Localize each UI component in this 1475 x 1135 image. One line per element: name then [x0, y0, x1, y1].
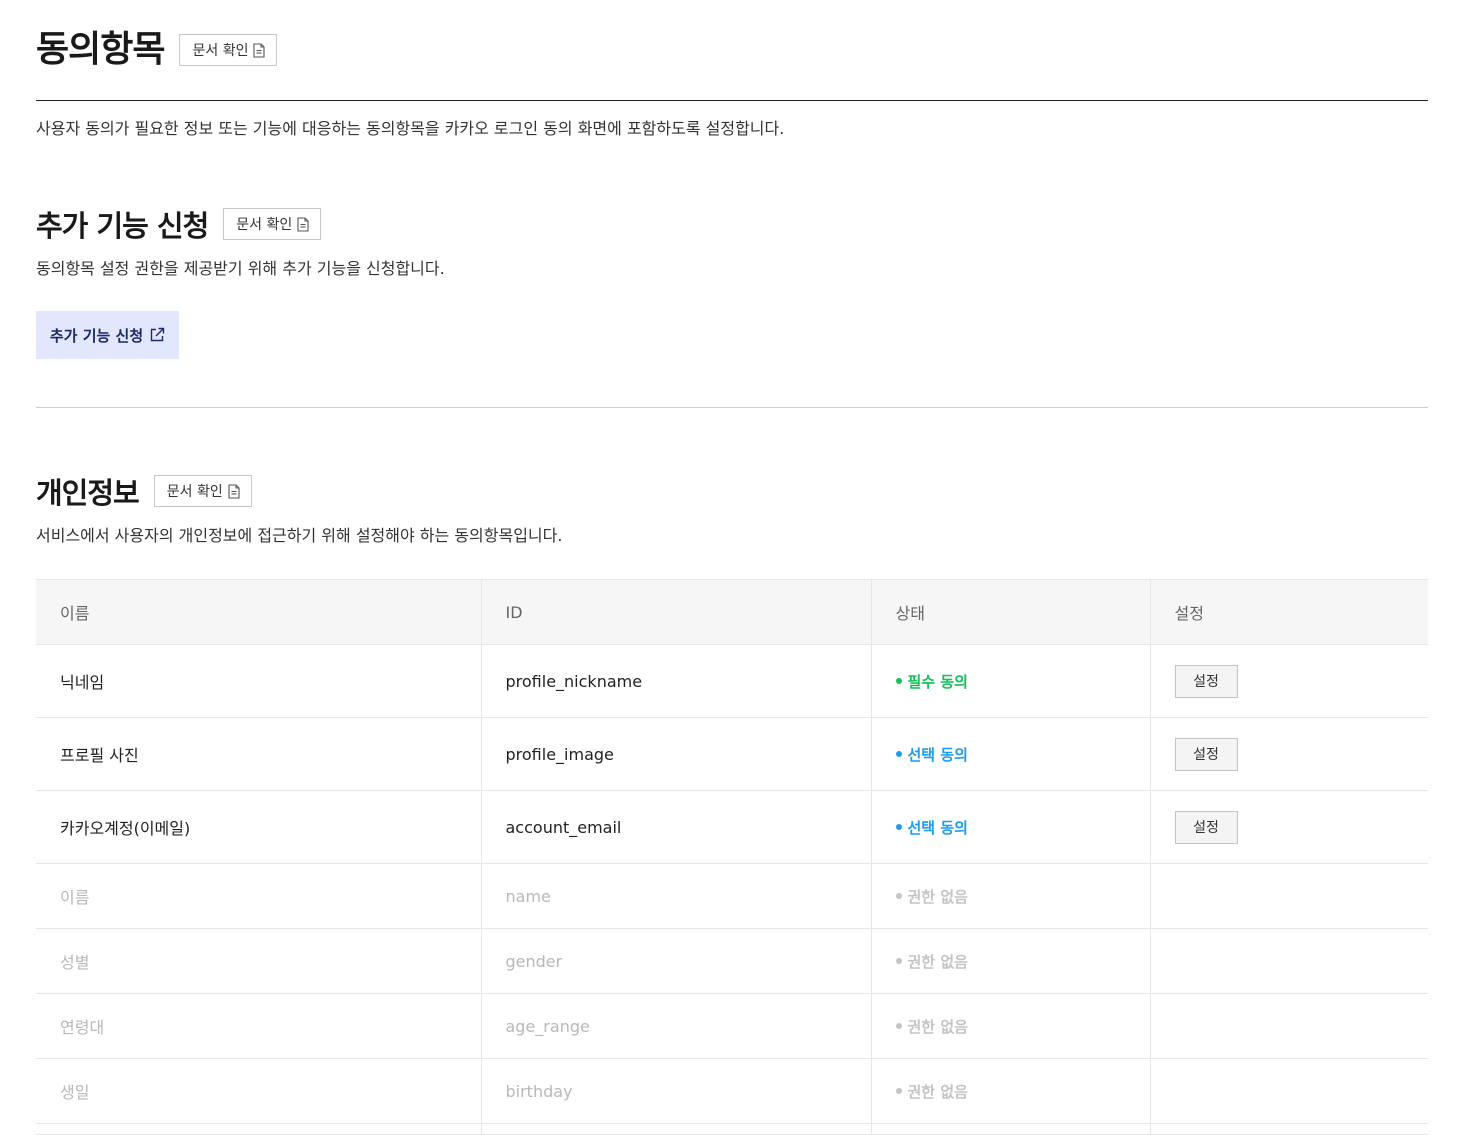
document-icon [253, 42, 266, 58]
additional-feature-title: 추가 기능 신청 [36, 209, 209, 243]
empty-cell [480, 1123, 871, 1135]
item-name: 닉네임 [36, 644, 481, 718]
status-badge: 필수 동의 [895, 671, 1126, 692]
status-dot [895, 1088, 902, 1094]
status-badge: 권한 없음 [895, 951, 1126, 972]
personal-info-title: 개인정보 [36, 476, 140, 510]
table-header-row: 이름 ID 상태 설정 [36, 579, 1428, 645]
page-header: 동의항목 문서 확인 [36, 27, 278, 73]
doc-check-label: 문서 확인 [166, 484, 223, 500]
table-row: 프로필 사진 profile_image 선택 동의 설정 [36, 717, 1428, 791]
status-text: 권한 없음 [907, 952, 968, 971]
item-id: age_range [480, 993, 871, 1059]
status-cell: 권한 없음 [870, 928, 1150, 994]
table-row: 카카오계정(이메일) account_email 선택 동의 설정 [36, 790, 1428, 864]
table-row [36, 1123, 1428, 1135]
table-row: 닉네임 profile_nickname 필수 동의 설정 [36, 644, 1428, 718]
status-cell: 권한 없음 [870, 993, 1150, 1059]
apply-additional-feature-button[interactable]: 추가 기능 신청 [36, 311, 179, 359]
item-name: 카카오계정(이메일) [36, 790, 481, 864]
status-dot [895, 893, 902, 899]
status-text: 권한 없음 [907, 1082, 968, 1101]
status-text: 필수 동의 [907, 672, 968, 691]
item-name: 이름 [36, 863, 481, 929]
column-header-status: 상태 [870, 579, 1150, 645]
additional-feature-description: 동의항목 설정 권한을 제공받기 위해 추가 기능을 신청합니다. [36, 259, 445, 278]
status-badge: 선택 동의 [895, 744, 1126, 765]
page-title: 동의항목 [36, 29, 165, 70]
table-row: 생일 birthday 권한 없음 [36, 1058, 1428, 1124]
personal-info-description: 서비스에서 사용자의 개인정보에 접근하기 위해 설정해야 하는 동의항목입니다… [36, 526, 563, 545]
item-id: account_email [480, 790, 871, 864]
setting-cell [1149, 863, 1428, 929]
doc-check-label: 문서 확인 [192, 43, 249, 59]
status-badge: 권한 없음 [895, 1081, 1126, 1102]
setting-button[interactable]: 설정 [1174, 737, 1238, 771]
document-icon [228, 483, 240, 499]
setting-cell: 설정 [1149, 790, 1428, 864]
status-dot [895, 958, 902, 964]
consent-items-table: 이름 ID 상태 설정 닉네임 profile_nickname 필수 동의 설… [36, 579, 1428, 1135]
column-header-id: ID [480, 579, 871, 645]
table-row: 성별 gender 권한 없음 [36, 928, 1428, 994]
item-id: gender [480, 928, 871, 994]
status-badge: 선택 동의 [895, 817, 1126, 838]
setting-cell [1149, 928, 1428, 994]
column-header-setting: 설정 [1149, 579, 1428, 645]
item-id: birthday [480, 1058, 871, 1124]
setting-cell [1149, 993, 1428, 1059]
status-text: 선택 동의 [907, 745, 968, 764]
doc-check-label: 문서 확인 [236, 217, 293, 233]
status-cell: 권한 없음 [870, 863, 1150, 929]
status-dot [895, 1023, 902, 1029]
table-row: 이름 name 권한 없음 [36, 863, 1428, 929]
empty-cell [1149, 1123, 1428, 1135]
setting-cell [1149, 1058, 1428, 1124]
item-name: 연령대 [36, 993, 481, 1059]
status-cell: 선택 동의 [870, 790, 1150, 864]
empty-cell [36, 1123, 481, 1135]
status-text: 권한 없음 [907, 1017, 968, 1036]
status-text: 선택 동의 [907, 818, 968, 837]
status-badge: 권한 없음 [895, 1016, 1126, 1037]
status-badge: 권한 없음 [895, 886, 1126, 907]
status-cell: 선택 동의 [870, 717, 1150, 791]
item-id: name [480, 863, 871, 929]
item-name: 성별 [36, 928, 481, 994]
status-dot [895, 824, 902, 830]
setting-button[interactable]: 설정 [1174, 664, 1238, 698]
doc-check-button[interactable]: 문서 확인 [223, 208, 322, 240]
item-name: 생일 [36, 1058, 481, 1124]
doc-check-button[interactable]: 문서 확인 [179, 34, 278, 66]
status-cell: 필수 동의 [870, 644, 1150, 718]
personal-info-header: 개인정보 문서 확인 [36, 470, 252, 512]
status-cell: 권한 없음 [870, 1058, 1150, 1124]
apply-button-label: 추가 기능 신청 [49, 326, 144, 345]
document-icon [297, 216, 309, 232]
section-divider [36, 407, 1428, 408]
item-name: 프로필 사진 [36, 717, 481, 791]
additional-feature-header: 추가 기능 신청 문서 확인 [36, 203, 322, 245]
table-row: 연령대 age_range 권한 없음 [36, 993, 1428, 1059]
setting-cell: 설정 [1149, 717, 1428, 791]
status-text: 권한 없음 [907, 887, 968, 906]
item-id: profile_image [480, 717, 871, 791]
status-dot [895, 751, 902, 757]
column-header-name: 이름 [36, 579, 481, 645]
page-description: 사용자 동의가 필요한 정보 또는 기능에 대응하는 동의항목을 카카오 로그인… [36, 119, 785, 138]
title-divider [36, 100, 1428, 101]
status-dot [895, 678, 902, 684]
setting-button[interactable]: 설정 [1174, 810, 1238, 844]
setting-cell: 설정 [1149, 644, 1428, 718]
item-id: profile_nickname [480, 644, 871, 718]
empty-cell [870, 1123, 1150, 1135]
external-link-icon [150, 327, 165, 342]
doc-check-button[interactable]: 문서 확인 [153, 475, 252, 507]
